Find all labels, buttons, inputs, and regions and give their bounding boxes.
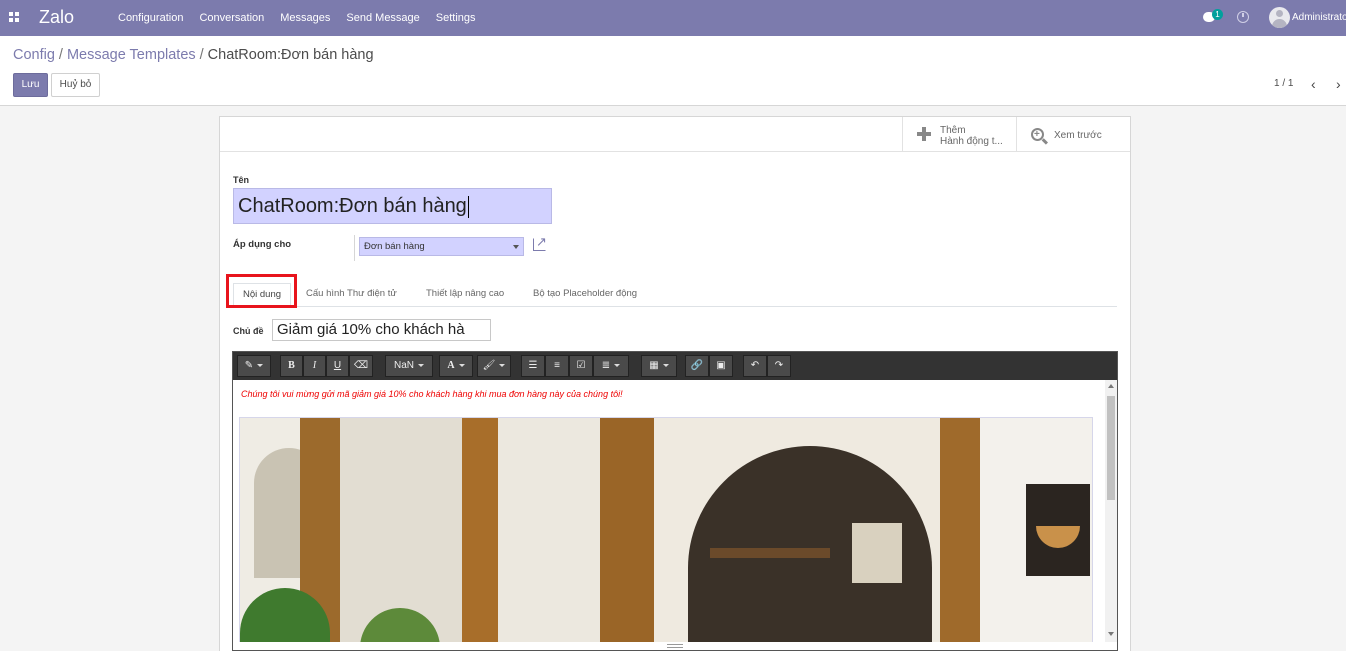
editor-content[interactable]: Chúng tôi vui mừng gửi mã giảm giá 10% c…	[233, 380, 1105, 642]
photo-window-light	[498, 418, 608, 642]
photo-poster	[852, 523, 902, 583]
form-sheet: Thêm Hành động t... + Xem trước Tên Chat…	[219, 116, 1131, 651]
menu-send-message[interactable]: Send Message	[338, 0, 427, 36]
scroll-down-arrow-icon[interactable]	[1108, 632, 1114, 636]
checklist-icon[interactable]: ☑	[569, 355, 593, 377]
intro-text: Chúng tôi vui mừng gửi mã giảm giá 10% c…	[241, 389, 623, 399]
plus-icon	[917, 127, 931, 141]
font-size-value: NaN	[393, 360, 414, 371]
editor-scrollbar[interactable]	[1105, 380, 1117, 642]
pager-value[interactable]: 1 / 1	[1274, 78, 1293, 89]
pager-previous-button[interactable]: ‹	[1311, 76, 1316, 92]
resize-grip-icon[interactable]	[667, 644, 683, 648]
tab-email-config[interactable]: Cấu hình Thư điện tử	[306, 283, 397, 307]
breadcrumb-config[interactable]: Config	[13, 47, 55, 63]
app-brand[interactable]: Zalo	[39, 7, 74, 28]
magic-wand-style-button[interactable]: ✎	[237, 355, 271, 377]
name-label: Tên	[233, 175, 250, 185]
font-color-glyph: A	[447, 360, 455, 371]
subject-label: Chủ đề	[233, 326, 264, 336]
scroll-thumb[interactable]	[1107, 396, 1115, 500]
field-divider	[354, 235, 355, 261]
breadcrumb: Config / Message Templates / ChatRoom:Đơn bá…	[13, 47, 374, 63]
apply-to-value: Đơn bán hàng	[364, 241, 425, 252]
breadcrumb-separator: /	[199, 47, 204, 63]
add-action-line2: Hành động t...	[940, 136, 1003, 147]
photo-wood-frame-2	[462, 418, 498, 642]
clock-icon[interactable]	[1237, 11, 1249, 23]
brush-icon[interactable]: 🖌	[477, 355, 511, 377]
photo-wood-frame-4	[940, 418, 980, 642]
menu-messages[interactable]: Messages	[272, 0, 338, 36]
discard-button[interactable]: Huỷ bỏ	[51, 73, 100, 97]
button-box: Thêm Hành động t... + Xem trước	[220, 117, 1130, 152]
editor-toolbar: ✎ B I U ⌫ NaN A 🖌 ☰ ≡ ☑ ≣ ▦ 🔗 ▣ ↶ ↷	[233, 352, 1117, 380]
add-context-action-button[interactable]: Thêm Hành động t...	[902, 117, 1016, 151]
photo-wood-frame-3	[600, 418, 654, 642]
redo-icon[interactable]: ↷	[767, 355, 791, 377]
control-panel: Config / Message Templates / ChatRoom:Đơn bá…	[0, 36, 1346, 106]
text-caret	[467, 195, 469, 218]
font-size-dropdown[interactable]: NaN	[385, 355, 433, 377]
name-value: ChatRoom:Đơn bán hàng	[238, 195, 467, 217]
breadcrumb-message-templates[interactable]: Message Templates	[67, 47, 196, 63]
zoom-in-icon: +	[1031, 128, 1044, 141]
breadcrumb-separator: /	[58, 47, 63, 63]
photo-shelf	[710, 548, 830, 558]
tab-highlight-box	[226, 274, 297, 308]
add-action-label: Thêm Hành động t...	[940, 125, 1003, 147]
name-input[interactable]: ChatRoom:Đơn bán hàng	[233, 188, 552, 224]
cafe-photo[interactable]	[239, 417, 1093, 642]
html-editor: ✎ B I U ⌫ NaN A 🖌 ☰ ≡ ☑ ≣ ▦ 🔗 ▣ ↶ ↷ Chún…	[232, 351, 1118, 651]
apply-to-label: Áp dụng cho	[233, 239, 292, 250]
user-name[interactable]: Administrator	[1292, 0, 1346, 36]
menu-settings[interactable]: Settings	[428, 0, 484, 36]
tab-advanced-settings[interactable]: Thiết lập nâng cao	[426, 283, 504, 307]
subject-input[interactable]: Giảm giá 10% cho khách hà	[272, 319, 491, 341]
image-icon[interactable]: ▣	[709, 355, 733, 377]
italic-button[interactable]: I	[303, 355, 326, 377]
user-avatar[interactable]	[1269, 7, 1290, 28]
ordered-list-icon[interactable]: ≡	[545, 355, 569, 377]
apps-grid-icon[interactable]	[9, 12, 19, 22]
menu-conversation[interactable]: Conversation	[191, 0, 272, 36]
unordered-list-icon[interactable]: ☰	[521, 355, 545, 377]
chat-badge: 1	[1212, 9, 1223, 20]
tab-dynamic-placeholder[interactable]: Bộ tạo Placeholder động	[533, 283, 637, 307]
main-menu: Configuration Conversation Messages Send…	[110, 0, 484, 36]
underline-button[interactable]: U	[326, 355, 349, 377]
notebook-tabs: Nội dung Cấu hình Thư điện tử Thiết lập …	[233, 283, 1117, 307]
chevron-down-icon	[513, 245, 519, 249]
top-navbar: Zalo Configuration Conversation Messages…	[0, 0, 1346, 36]
undo-icon[interactable]: ↶	[743, 355, 767, 377]
link-icon[interactable]: 🔗	[685, 355, 709, 377]
add-action-line1: Thêm	[940, 125, 966, 136]
scroll-up-arrow-icon[interactable]	[1108, 384, 1114, 388]
table-icon[interactable]: ▦	[641, 355, 677, 377]
paragraph-align-icon[interactable]: ≣	[593, 355, 629, 377]
breadcrumb-current: ChatRoom:Đơn bán hàng	[207, 47, 374, 63]
eraser-icon[interactable]: ⌫	[349, 355, 373, 377]
preview-label: Xem trước	[1054, 130, 1102, 141]
save-button[interactable]: Lưu	[13, 73, 48, 97]
bold-button[interactable]: B	[280, 355, 303, 377]
external-link-arrow-icon: ↗	[536, 234, 547, 249]
pager-next-button[interactable]: ›	[1336, 76, 1341, 92]
font-color-button[interactable]: A	[439, 355, 473, 377]
preview-button[interactable]: + Xem trước	[1016, 117, 1130, 151]
menu-configuration[interactable]: Configuration	[110, 0, 191, 36]
apply-to-select[interactable]: Đơn bán hàng	[359, 237, 524, 256]
